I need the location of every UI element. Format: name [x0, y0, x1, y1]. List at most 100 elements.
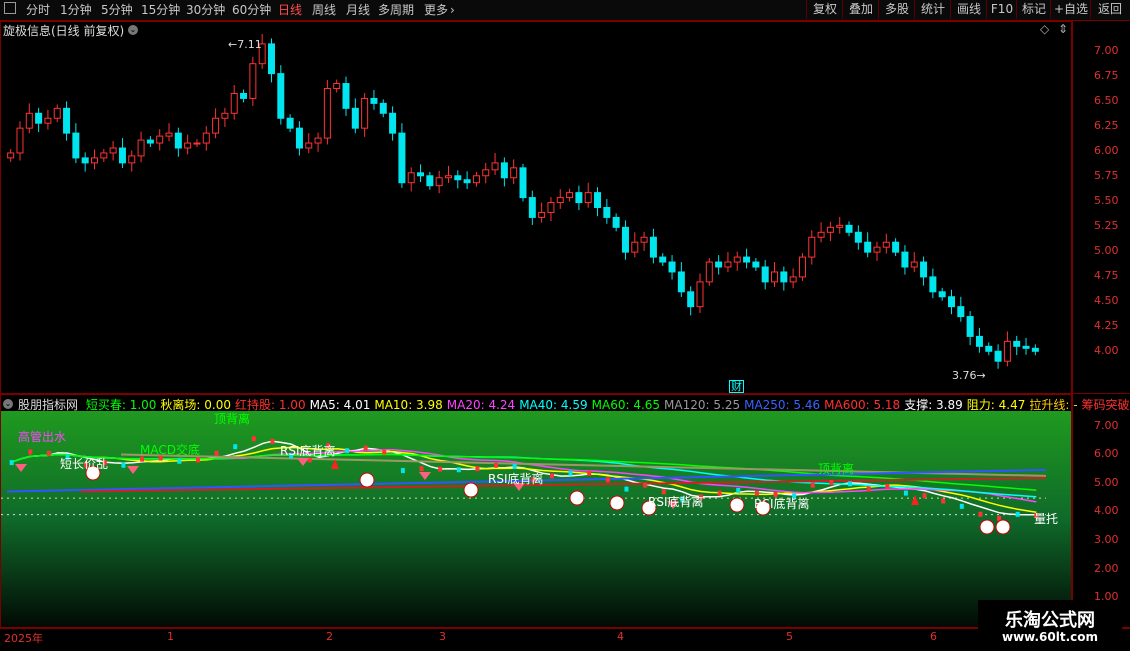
axis-label: 6.00: [1094, 144, 1119, 157]
back-button[interactable]: 返回: [1090, 0, 1129, 19]
tab-5min[interactable]: 5分钟: [101, 1, 133, 19]
candle-body: [184, 142, 192, 149]
candle-body: [444, 175, 452, 179]
chevron-right-icon[interactable]: ›: [450, 1, 455, 19]
candle-body: [649, 236, 657, 258]
candle-body: [864, 241, 872, 253]
candle-body: [510, 167, 518, 179]
candle-body: [808, 236, 816, 258]
adjust-button[interactable]: 复权: [806, 0, 843, 19]
tab-multi-period[interactable]: 多周期: [378, 1, 414, 19]
candle-body: [575, 192, 583, 204]
mini-candle: [475, 466, 480, 472]
candlestick-chart[interactable]: [0, 21, 1072, 394]
mini-candle: [1015, 511, 1020, 517]
tab-more[interactable]: 更多: [424, 1, 448, 19]
date-label: 2025年: [4, 632, 43, 645]
candle-body: [174, 132, 182, 149]
draw-line-button[interactable]: 画线: [950, 0, 987, 19]
candle-body: [640, 236, 648, 243]
signal-label: 顶背离: [818, 462, 855, 476]
low-price-label: 3.76→: [952, 369, 986, 382]
candle-body: [556, 197, 564, 204]
tab-daily[interactable]: 日线: [278, 1, 302, 19]
candle-body: [892, 241, 900, 253]
candle-body: [631, 241, 639, 253]
mini-candle: [624, 486, 629, 492]
candle-body: [668, 261, 676, 273]
signal-label: RSI底背离: [648, 495, 704, 509]
legend-item: MA600: 5.18: [824, 398, 901, 412]
axis-label: 4.00: [1094, 504, 1119, 517]
stats-button[interactable]: 统计: [914, 0, 951, 19]
axis-label: 4.50: [1094, 294, 1119, 307]
candle-body: [687, 291, 695, 308]
multi-stock-button[interactable]: 多股: [878, 0, 915, 19]
indicator-name[interactable]: 股朋指标网: [18, 398, 78, 412]
candle-body: [910, 261, 918, 268]
candle-body: [948, 296, 956, 308]
axis-label: 6.50: [1094, 94, 1119, 107]
tab-minute-chart[interactable]: 分时: [26, 1, 50, 19]
tab-15min[interactable]: 15分钟: [141, 1, 180, 19]
buy-marker-icon: [979, 519, 995, 535]
window-menu-icon[interactable]: [4, 2, 16, 14]
legend-item: MA40: 4.59: [519, 398, 588, 412]
date-label: 4: [617, 630, 624, 643]
axis-label: 5.00: [1094, 476, 1119, 489]
axis-label: 6.75: [1094, 69, 1119, 82]
mini-candle: [214, 450, 219, 456]
mini-candle: [195, 457, 200, 463]
mini-candle: [549, 473, 554, 479]
mini-candle: [46, 450, 51, 456]
candle-body: [985, 345, 993, 352]
candle-body: [882, 241, 890, 248]
candle-body: [90, 157, 98, 164]
candle-body: [389, 112, 397, 134]
tab-weekly[interactable]: 周线: [312, 1, 336, 19]
candle-body: [417, 172, 425, 177]
watermark-title: 乐淘公式网: [1005, 610, 1095, 631]
signal-label: RSI底背离: [488, 472, 544, 486]
indicator-menu-icon[interactable]: ⌄: [3, 396, 13, 410]
overlay-button[interactable]: 叠加: [842, 0, 879, 19]
axis-label: 6.00: [1094, 447, 1119, 460]
candle-body: [16, 127, 24, 154]
candle-body: [789, 276, 797, 283]
candle-body: [118, 147, 126, 164]
financial-marker[interactable]: 财: [729, 380, 744, 393]
tab-30min[interactable]: 30分钟: [186, 1, 225, 19]
buy-marker-icon: [729, 497, 745, 513]
legend-item: MA5: 4.01: [309, 398, 371, 412]
candle-body: [705, 261, 713, 283]
candle-body: [128, 155, 136, 164]
mini-candle: [251, 436, 256, 442]
candle-body: [733, 256, 741, 263]
candle-body: [370, 97, 378, 104]
candle-body: [426, 175, 434, 187]
tab-1min[interactable]: 1分钟: [60, 1, 92, 19]
candle-body: [696, 281, 704, 308]
candle-body: [966, 316, 974, 337]
legend-item: MA60: 4.65: [591, 398, 661, 412]
candle-body: [612, 216, 620, 228]
tab-60min[interactable]: 60分钟: [232, 1, 271, 19]
add-watchlist-button[interactable]: +自选: [1050, 0, 1091, 19]
buy-marker-icon: [463, 482, 479, 498]
candle-body: [165, 132, 173, 137]
axis-label: 4.75: [1094, 269, 1119, 282]
tab-monthly[interactable]: 月线: [346, 1, 370, 19]
candle-body: [146, 139, 154, 144]
mini-candle: [512, 464, 517, 470]
candle-body: [901, 251, 909, 268]
mini-candle: [941, 498, 946, 504]
mini-candle: [959, 503, 964, 509]
candle-body: [798, 256, 806, 278]
candle-body: [193, 142, 201, 145]
axis-label: 5.00: [1094, 244, 1119, 257]
candle-body: [566, 192, 574, 199]
f10-button[interactable]: F10: [986, 0, 1017, 19]
candle-body: [603, 207, 611, 218]
candle-body: [677, 271, 685, 293]
mark-button[interactable]: 标记: [1016, 0, 1051, 19]
